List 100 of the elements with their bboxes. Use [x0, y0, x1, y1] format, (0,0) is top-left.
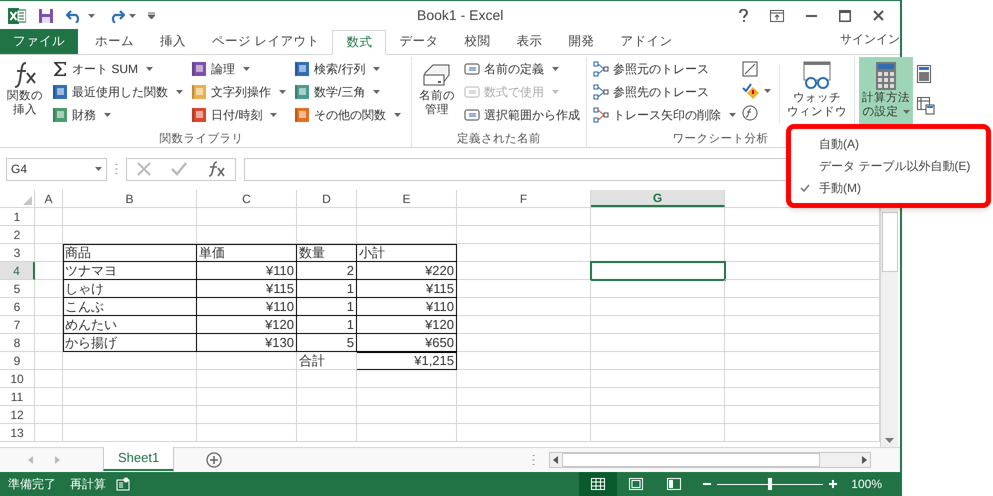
table-cell[interactable]: 数量 — [297, 244, 357, 262]
sheet-cell[interactable] — [457, 208, 591, 226]
row-header[interactable]: 4 — [0, 262, 35, 280]
table-cell[interactable]: 5 — [297, 334, 357, 352]
sheet-cell[interactable] — [457, 334, 591, 352]
sheet-cell[interactable] — [297, 406, 357, 424]
table-cell[interactable]: 2 — [297, 262, 357, 280]
sheet-cell[interactable] — [725, 334, 880, 352]
sheet-cell[interactable] — [725, 370, 880, 388]
sheet-cell[interactable] — [357, 388, 457, 406]
sheet-cell[interactable] — [357, 208, 457, 226]
row-header[interactable]: 2 — [0, 226, 35, 244]
previous-sheet-icon[interactable] — [28, 456, 33, 464]
ribbon-tab[interactable]: 開発 — [555, 29, 608, 54]
sheet-cell[interactable] — [35, 424, 63, 442]
sheet-cell[interactable] — [457, 316, 591, 334]
column-header[interactable]: D — [297, 190, 357, 207]
sheet-cell[interactable] — [457, 352, 591, 370]
scroll-down-icon[interactable] — [885, 438, 894, 443]
name-manager-button[interactable]: 名前の 管理 — [416, 57, 458, 127]
function-category-button[interactable]: 数学/三角 — [292, 82, 403, 102]
sheet-cell[interactable] — [591, 388, 725, 406]
sheet-cell[interactable] — [197, 370, 297, 388]
sheet-cell[interactable] — [35, 388, 63, 406]
column-header[interactable]: A — [35, 190, 63, 207]
sheet-cell[interactable] — [591, 208, 725, 226]
sheet-cell[interactable] — [297, 370, 357, 388]
sheet-cell[interactable] — [63, 370, 197, 388]
table-cell[interactable]: ¥650 — [357, 334, 457, 352]
zoom-level[interactable]: 100% — [851, 475, 882, 493]
function-category-button[interactable]: その他の関数 — [292, 105, 403, 125]
row-header[interactable]: 8 — [0, 334, 35, 352]
sheet-cell[interactable] — [457, 280, 591, 298]
ribbon-tab[interactable]: ファイル — [0, 29, 78, 54]
table-cell[interactable]: 1 — [297, 280, 357, 298]
ribbon-tab[interactable]: 挿入 — [147, 29, 199, 54]
sheet-cell[interactable] — [35, 352, 63, 370]
active-cell[interactable] — [591, 262, 725, 280]
sheet-cell[interactable] — [35, 406, 63, 424]
ribbon-display-icon[interactable] — [770, 10, 784, 22]
function-category-button[interactable]: 財務 — [50, 105, 185, 125]
sheet-cell[interactable] — [63, 406, 197, 424]
sheet-cell[interactable] — [457, 298, 591, 316]
row-header[interactable]: 3 — [0, 244, 35, 262]
function-category-button[interactable]: オート SUM — [50, 59, 185, 79]
table-cell[interactable]: しゃけ — [63, 280, 197, 298]
sheet-cell[interactable] — [357, 424, 457, 442]
sheet-cell[interactable] — [357, 406, 457, 424]
row-header[interactable]: 9 — [0, 352, 35, 370]
ribbon-tab[interactable]: ホーム — [82, 29, 147, 54]
row-header[interactable]: 12 — [0, 406, 35, 424]
row-header[interactable]: 5 — [0, 280, 35, 298]
table-cell[interactable]: こんぶ — [63, 298, 197, 316]
sheet-cell[interactable] — [591, 298, 725, 316]
sheet-cell[interactable] — [197, 208, 297, 226]
table-cell[interactable]: 商品 — [63, 244, 197, 262]
sheet-cell[interactable] — [197, 406, 297, 424]
sheet-tab[interactable]: Sheet1 — [103, 447, 174, 471]
calculator-icon[interactable] — [917, 65, 931, 83]
menu-item[interactable]: 自動(A) — [791, 133, 986, 155]
table-cell[interactable]: ¥220 — [357, 262, 457, 280]
sheet-cell[interactable] — [35, 280, 63, 298]
add-sheet-icon[interactable] — [206, 452, 222, 468]
name-command-button[interactable]: 選択範囲から作成 — [462, 105, 582, 125]
sheet-cell[interactable] — [457, 388, 591, 406]
sheet-cell[interactable] — [297, 226, 357, 244]
sheet-cell[interactable] — [35, 208, 63, 226]
sheet-cell[interactable] — [457, 424, 591, 442]
function-category-button[interactable]: 文字列操作 — [189, 82, 288, 102]
sheet-cell[interactable] — [63, 352, 197, 370]
ribbon-tab[interactable]: ページ レイアウト — [199, 29, 332, 54]
name-command-button[interactable]: 名前の定義 — [462, 59, 582, 79]
sheet-cell[interactable] — [35, 226, 63, 244]
sheet-cell[interactable] — [725, 262, 880, 280]
horizontal-scrollbar[interactable] — [549, 452, 872, 468]
sheet-cell[interactable] — [297, 208, 357, 226]
sheet-cell[interactable] — [35, 298, 63, 316]
column-header[interactable]: C — [197, 190, 297, 207]
sheet-cell[interactable] — [591, 226, 725, 244]
insert-function-icon[interactable] — [207, 161, 225, 177]
sheet-cell[interactable] — [725, 424, 880, 442]
table-cell[interactable]: ¥130 — [197, 334, 297, 352]
sheet-cell[interactable] — [725, 316, 880, 334]
row-header[interactable]: 6 — [0, 298, 35, 316]
sheet-cell[interactable] — [591, 334, 725, 352]
zoom-slider-thumb[interactable] — [768, 478, 772, 490]
trace-command-button[interactable]: 参照先のトレース — [591, 82, 738, 102]
scroll-thumb[interactable] — [882, 212, 898, 272]
customize-toolbar-icon[interactable] — [148, 12, 155, 19]
close-icon[interactable] — [873, 10, 884, 21]
name-box[interactable]: G4 — [6, 158, 107, 180]
column-header[interactable]: E — [357, 190, 457, 207]
ribbon-tab[interactable]: 表示 — [503, 29, 556, 54]
function-category-button[interactable]: 論理 — [189, 59, 288, 79]
ribbon-tab[interactable]: 数式 — [332, 30, 386, 55]
ribbon-tab[interactable]: データ — [386, 29, 452, 54]
sheet-cell[interactable] — [35, 334, 63, 352]
column-header[interactable]: B — [63, 190, 197, 207]
sheet-cell[interactable] — [591, 424, 725, 442]
row-header[interactable]: 10 — [0, 370, 35, 388]
